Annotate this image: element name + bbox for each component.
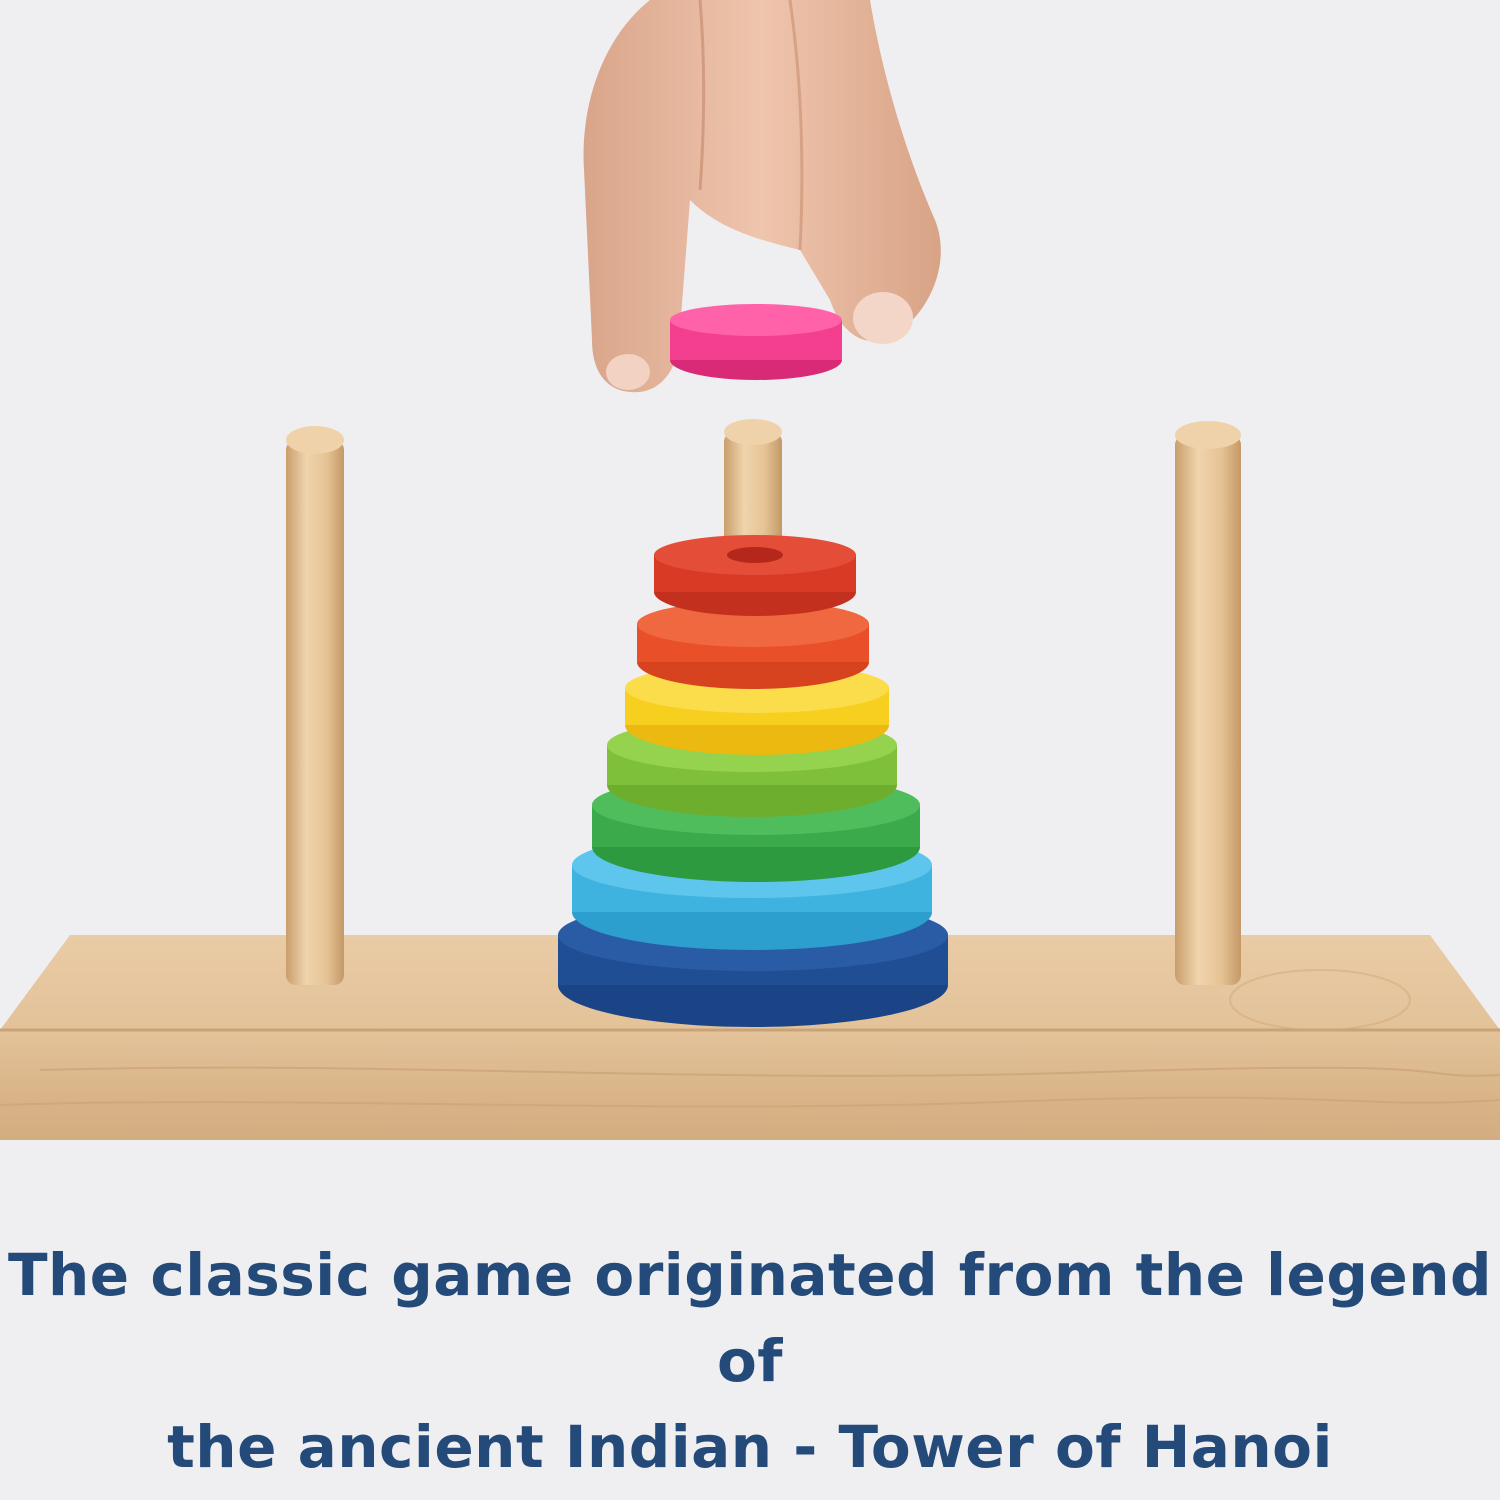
caption-line-1: The classic game originated from the leg…	[7, 1241, 1493, 1395]
ring-red	[654, 535, 856, 616]
caption: The classic game originated from the leg…	[0, 1232, 1500, 1490]
caption-line-2: the ancient Indian - Tower of Hanoi	[167, 1413, 1333, 1481]
ring-stack	[558, 535, 948, 1027]
held-pink-ring	[670, 304, 842, 380]
left-peg	[286, 426, 344, 985]
right-peg	[1175, 421, 1241, 985]
